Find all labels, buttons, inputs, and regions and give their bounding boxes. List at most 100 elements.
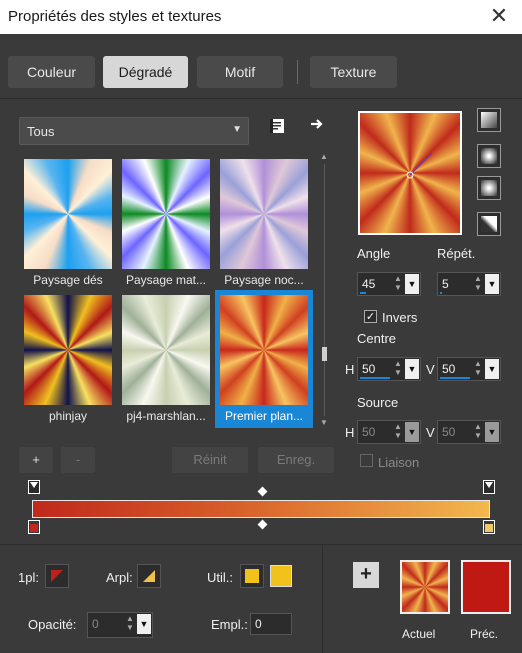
opacity-spinner[interactable]: 0 ▲ ▼ ▼ [87, 612, 153, 638]
repeat-label: Répét. [437, 246, 476, 261]
center-h-label: H [345, 362, 355, 377]
add-button[interactable]: + [19, 447, 53, 473]
radial-style-button[interactable] [477, 176, 501, 200]
link-checkbox[interactable] [360, 454, 373, 467]
center-h-spinner[interactable]: 50 ▲ ▼ ▼ [357, 357, 421, 381]
gallery-item-label: Paysage dés [33, 273, 103, 287]
sunburst-style-button[interactable] [477, 212, 501, 236]
gallery-item-selected[interactable]: Premier plan... [215, 290, 313, 428]
background-stop-button[interactable] [137, 564, 161, 588]
notes-icon[interactable] [266, 118, 288, 140]
gallery-item[interactable]: pj4-marshlan... [119, 292, 213, 426]
start-color-stop[interactable] [28, 520, 40, 534]
bottom-midpoint-marker[interactable] [257, 519, 268, 530]
repeat-spinner[interactable]: 5 ▲ ▼ ▼ [437, 272, 501, 296]
gallery-item[interactable]: Paysage noc... [217, 156, 311, 290]
top-midpoint-marker[interactable] [257, 486, 268, 497]
gallery-item-label: pj4-marshlan... [126, 409, 206, 423]
background-label: Arpl: [106, 570, 133, 585]
gallery-item[interactable]: Paysage mat... [119, 156, 213, 290]
center-v-value: 50 [442, 362, 456, 376]
repeat-level [440, 292, 442, 294]
up-down-arrows-icon[interactable]: ▲ ▼ [472, 274, 484, 294]
reset-button[interactable]: Réinit [172, 447, 248, 473]
gallery-item[interactable]: phinjay [21, 292, 115, 426]
source-h-spinner[interactable]: 50 ▲ ▼ ▼ [357, 420, 421, 444]
foreground-stop-button[interactable] [45, 564, 69, 588]
gallery-scrollbar[interactable]: ▲ ▼ [318, 152, 330, 428]
gradient-thumbnail [220, 295, 308, 405]
location-field[interactable]: 0 [250, 613, 292, 635]
center-h-level [360, 377, 390, 379]
source-v-value: 50 [442, 425, 456, 439]
close-icon[interactable]: ✕ [486, 3, 512, 29]
use-custom-button[interactable] [240, 564, 264, 588]
dropdown-icon[interactable]: ▼ [485, 422, 499, 442]
location-label: Empl.: [211, 617, 248, 632]
gallery-item[interactable]: Paysage dés [21, 156, 115, 290]
angle-spinner[interactable]: 45 ▲ ▼ ▼ [357, 272, 421, 296]
gradient-thumbnail [122, 159, 210, 269]
source-v-label: V [426, 425, 435, 440]
use-color-swatch[interactable] [270, 565, 292, 587]
rectangular-style-button[interactable] [477, 144, 501, 168]
gallery-item-label: phinjay [48, 409, 88, 423]
end-color-stop[interactable] [483, 520, 495, 534]
up-down-arrows-icon[interactable]: ▲ ▼ [472, 422, 484, 442]
gradient-editor [28, 480, 498, 538]
tab-couleur[interactable]: Couleur [8, 56, 95, 88]
category-dropdown[interactable]: Tous ▼ [19, 117, 249, 145]
dropdown-icon[interactable]: ▼ [485, 359, 499, 379]
save-button[interactable]: Enreg. [258, 447, 334, 473]
center-label: Centre [357, 331, 397, 346]
end-color-swatch [485, 524, 493, 532]
top-right-stop-marker[interactable] [483, 480, 495, 494]
center-v-label: V [426, 362, 435, 377]
previous-color-swatch[interactable] [461, 560, 511, 614]
dropdown-icon[interactable]: ▼ [137, 614, 151, 634]
tab-separator [297, 60, 298, 84]
linear-style-button[interactable] [477, 108, 501, 132]
up-down-arrows-icon[interactable]: ▲ ▼ [392, 422, 404, 442]
tab-degrade[interactable]: Dégradé [103, 56, 188, 88]
current-gradient-swatch[interactable] [400, 560, 450, 614]
gradient-preview[interactable] [358, 111, 462, 235]
angle-level [360, 292, 366, 294]
dropdown-icon[interactable]: ▼ [485, 274, 499, 294]
scroll-down-icon[interactable]: ▼ [318, 418, 330, 428]
dropdown-icon[interactable]: ▼ [405, 274, 419, 294]
source-v-spinner[interactable]: 50 ▲ ▼ ▼ [437, 420, 501, 444]
up-down-arrows-icon[interactable]: ▲ ▼ [392, 274, 404, 294]
center-v-spinner[interactable]: 50 ▲ ▼ ▼ [437, 357, 501, 381]
center-h-value: 50 [362, 362, 376, 376]
invert-checkbox[interactable]: ✓ [364, 310, 377, 323]
gradient-bar[interactable] [32, 500, 490, 518]
link-label: Liaison [378, 455, 420, 470]
divider [322, 545, 323, 653]
source-label: Source [357, 395, 399, 410]
scroll-thumb[interactable] [322, 347, 327, 361]
tab-motif[interactable]: Motif [197, 56, 283, 88]
arrow-right-icon[interactable] [306, 116, 328, 138]
gallery-item-label: Paysage mat... [125, 273, 207, 287]
use-mini-swatch [245, 569, 259, 583]
gradient-thumbnail [122, 295, 210, 405]
top-left-stop-marker[interactable] [28, 480, 40, 494]
up-down-arrows-icon[interactable]: ▲ ▼ [472, 359, 484, 379]
window-title: Propriétés des styles et textures [8, 8, 222, 25]
use-label: Util.: [207, 570, 233, 585]
scroll-up-icon[interactable]: ▲ [318, 152, 330, 162]
opacity-label: Opacité: [28, 617, 77, 632]
up-down-arrows-icon[interactable]: ▲ ▼ [392, 359, 404, 379]
category-value: Tous [27, 124, 55, 139]
dropdown-icon[interactable]: ▼ [405, 422, 419, 442]
up-down-arrows-icon[interactable]: ▲ ▼ [124, 614, 136, 634]
add-swatch-button[interactable]: + [353, 562, 379, 588]
current-label: Actuel [402, 627, 436, 641]
title-bar: Propriétés des styles et textures ✕ [0, 0, 522, 34]
center-v-level [440, 377, 470, 379]
remove-button[interactable]: - [61, 447, 95, 473]
tab-texture[interactable]: Texture [310, 56, 397, 88]
dropdown-icon[interactable]: ▼ [405, 359, 419, 379]
scroll-track [324, 164, 325, 416]
